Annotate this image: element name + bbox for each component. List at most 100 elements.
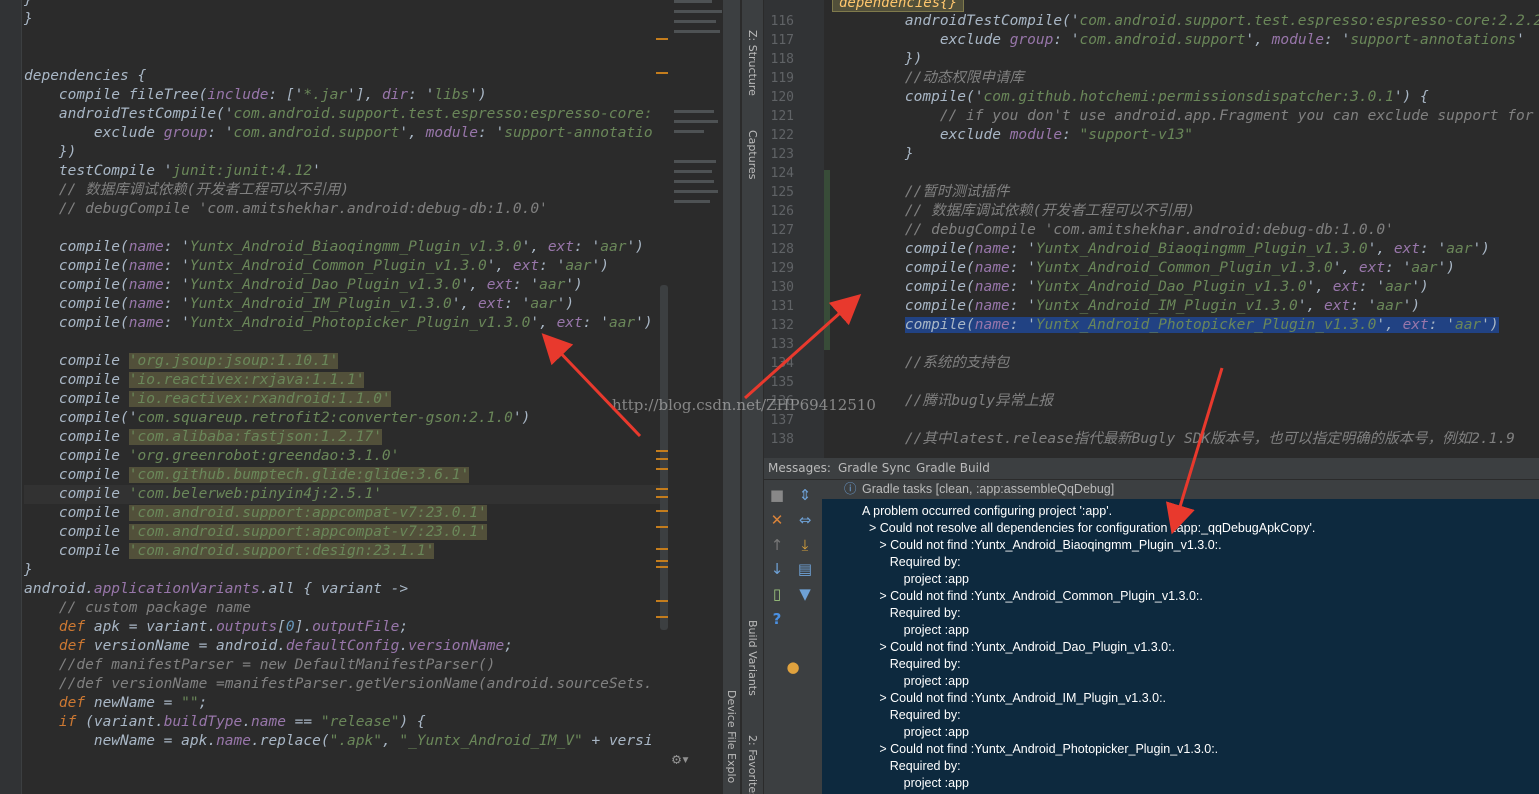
- next-icon[interactable]: ↓: [768, 560, 786, 578]
- warning-stripe-mark[interactable]: [656, 600, 668, 602]
- warning-stripe-mark[interactable]: [656, 566, 668, 568]
- gear-icon[interactable]: ⚙▾: [672, 750, 690, 768]
- left-code-line[interactable]: [24, 29, 669, 48]
- warning-stripe-mark[interactable]: [656, 616, 668, 618]
- left-code-line[interactable]: compile(name: 'Yuntx_Android_Dao_Plugin_…: [24, 276, 669, 295]
- left-code-line[interactable]: compile fileTree(include: ['*.jar'], dir…: [24, 86, 669, 105]
- left-code-line[interactable]: if (variant.buildType.name == "release")…: [24, 713, 669, 732]
- device-file-explorer-tab[interactable]: Device File Explo: [725, 690, 738, 783]
- warning-stripe-mark[interactable]: [656, 458, 668, 460]
- left-code-line[interactable]: // debugCompile 'com.amitshekhar.android…: [24, 200, 669, 219]
- message-line[interactable]: project :app: [862, 673, 969, 690]
- message-line[interactable]: project :app: [862, 775, 969, 792]
- message-line[interactable]: > Could not find :Yuntx_Android_IM_Plugi…: [862, 690, 1166, 707]
- left-code-line[interactable]: compile 'com.android.support:appcompat-v…: [24, 504, 669, 523]
- right-code-line[interactable]: 128 compile(name: 'Yuntx_Android_Biaoqin…: [764, 240, 1539, 259]
- export-icon[interactable]: ⤓: [796, 536, 814, 554]
- left-code-line[interactable]: exclude group: 'com.android.support', mo…: [24, 124, 669, 143]
- structure-tab[interactable]: Z: Structure: [746, 30, 759, 96]
- right-code-line[interactable]: 121 // if you don't use android.app.Frag…: [764, 107, 1539, 126]
- right-code-line[interactable]: 125 //暂时测试插件: [764, 183, 1539, 202]
- message-line[interactable]: > Could not find :Yuntx_Android_Biaoqing…: [862, 537, 1221, 554]
- left-code-line[interactable]: def newName = "";: [24, 694, 669, 713]
- previous-icon[interactable]: ↑: [768, 536, 786, 554]
- warning-stripe-mark[interactable]: [656, 548, 668, 550]
- left-code-line[interactable]: }): [24, 143, 669, 162]
- right-code-line[interactable]: 132 compile(name: 'Yuntx_Android_Photopi…: [764, 316, 1539, 335]
- right-code-line[interactable]: 134 //系统的支持包: [764, 354, 1539, 373]
- left-code-line[interactable]: compile 'io.reactivex:rxandroid:1.1.0': [24, 390, 669, 409]
- right-code-line[interactable]: 123 }: [764, 145, 1539, 164]
- stop-icon[interactable]: ■: [768, 486, 786, 504]
- message-line[interactable]: Required by:: [862, 758, 961, 775]
- right-code-line[interactable]: 137: [764, 411, 1539, 430]
- right-code-line[interactable]: 131 compile(name: 'Yuntx_Android_IM_Plug…: [764, 297, 1539, 316]
- message-line[interactable]: Required by:: [862, 656, 961, 673]
- left-code-line[interactable]: compile 'com.android.support:design:23.1…: [24, 542, 669, 561]
- left-code-line[interactable]: compile 'com.alibaba:fastjson:1.2.17': [24, 428, 669, 447]
- left-code-line[interactable]: def apk = variant.outputs[0].outputFile;: [24, 618, 669, 637]
- left-code-line[interactable]: }: [24, 561, 669, 580]
- rerun-icon[interactable]: ▯: [768, 585, 786, 603]
- left-code-area[interactable]: }} dependencies { compile fileTree(includ…: [24, 0, 669, 751]
- right-code-line[interactable]: 116 androidTestCompile('com.android.supp…: [764, 12, 1539, 31]
- warning-stripe-mark[interactable]: [656, 488, 668, 490]
- left-code-line[interactable]: compile 'com.belerweb:pinyin4j:2.5.1': [24, 485, 669, 504]
- warning-stripe-mark[interactable]: [656, 450, 668, 452]
- favorites-tab[interactable]: 2: Favorites: [746, 735, 759, 794]
- left-code-line[interactable]: dependencies {: [24, 67, 669, 86]
- left-code-line[interactable]: compile 'io.reactivex:rxjava:1.1.1': [24, 371, 669, 390]
- left-code-line[interactable]: //def versionName =manifestParser.getVer…: [24, 675, 669, 694]
- message-line[interactable]: > Could not find :Yuntx_Android_Photopic…: [862, 741, 1218, 758]
- warning-stripe-mark[interactable]: [656, 38, 668, 40]
- left-code-line[interactable]: [24, 48, 669, 67]
- expand-all-icon[interactable]: ⇕: [796, 486, 814, 504]
- right-code-line[interactable]: 138 //其中latest.release指代最新Bugly SDK版本号，也…: [764, 430, 1539, 449]
- right-editor[interactable]: 116 androidTestCompile('com.android.supp…: [764, 0, 1539, 458]
- show-console-icon[interactable]: ▤: [796, 560, 814, 578]
- message-line[interactable]: > Could not find :Yuntx_Android_Common_P…: [862, 588, 1202, 605]
- right-code-area[interactable]: 116 androidTestCompile('com.android.supp…: [764, 12, 1539, 449]
- left-code-line[interactable]: compile(name: 'Yuntx_Android_Common_Plug…: [24, 257, 669, 276]
- gradle-task-node[interactable]: ⓘ Gradle tasks [clean, :app:assembleQqDe…: [822, 480, 1539, 499]
- right-code-line[interactable]: 118 }): [764, 50, 1539, 69]
- left-code-line[interactable]: newName = apk.name.replace(".apk", "_Yun…: [24, 732, 669, 751]
- right-code-line[interactable]: 119 //动态权限申请库: [764, 69, 1539, 88]
- message-line[interactable]: project :app: [862, 571, 969, 588]
- left-code-line[interactable]: // custom package name: [24, 599, 669, 618]
- left-code-line[interactable]: androidTestCompile('com.android.support.…: [24, 105, 669, 124]
- close-icon[interactable]: ✕: [768, 511, 786, 529]
- warning-stripe-mark[interactable]: [656, 560, 668, 562]
- right-code-line[interactable]: 126 // 数据库调试依赖(开发者工程可以不引用): [764, 202, 1539, 221]
- warning-stripe-mark[interactable]: [656, 496, 668, 498]
- left-code-line[interactable]: }: [24, 0, 669, 10]
- left-code-line[interactable]: android.applicationVariants.all { varian…: [24, 580, 669, 599]
- help-icon[interactable]: ?: [768, 610, 786, 628]
- left-code-line[interactable]: [24, 219, 669, 238]
- right-code-line[interactable]: 127 // debugCompile 'com.amitshekhar.and…: [764, 221, 1539, 240]
- filter-icon[interactable]: ▼: [796, 585, 814, 603]
- right-code-line[interactable]: 129 compile(name: 'Yuntx_Android_Common_…: [764, 259, 1539, 278]
- left-code-line[interactable]: compile(name: 'Yuntx_Android_Photopicker…: [24, 314, 669, 333]
- message-line[interactable]: Required by:: [862, 605, 961, 622]
- messages-tree[interactable]: ⓘ Gradle tasks [clean, :app:assembleQqDe…: [822, 480, 1539, 794]
- right-code-line[interactable]: 133: [764, 335, 1539, 354]
- left-code-line[interactable]: }: [24, 10, 669, 29]
- right-code-line[interactable]: 120 compile('com.github.hotchemi:permiss…: [764, 88, 1539, 107]
- message-line[interactable]: Required by:: [862, 707, 961, 724]
- right-code-line[interactable]: 136 //腾讯bugly异常上报: [764, 392, 1539, 411]
- left-code-line[interactable]: compile('com.squareup.retrofit2:converte…: [24, 409, 669, 428]
- left-code-line[interactable]: compile(name: 'Yuntx_Android_Biaoqingmm_…: [24, 238, 669, 257]
- left-code-line[interactable]: testCompile 'junit:junit:4.12': [24, 162, 669, 181]
- message-line[interactable]: Required by:: [862, 554, 961, 571]
- right-code-line[interactable]: 117 exclude group: 'com.android.support'…: [764, 31, 1539, 50]
- breadcrumb-dependencies[interactable]: dependencies{}: [832, 0, 965, 12]
- tab-gradle-build[interactable]: Gradle Build: [916, 461, 990, 475]
- warning-stripe-mark[interactable]: [656, 510, 668, 512]
- message-line[interactable]: > Could not find :Yuntx_Android_Dao_Plug…: [862, 639, 1175, 656]
- message-line[interactable]: project :app: [862, 622, 969, 639]
- warning-stripe-mark[interactable]: [656, 72, 668, 74]
- left-code-line[interactable]: // 数据库调试依赖(开发者工程可以不引用): [24, 181, 669, 200]
- left-code-line[interactable]: compile 'com.github.bumptech.glide:glide…: [24, 466, 669, 485]
- left-code-line[interactable]: compile 'com.android.support:appcompat-v…: [24, 523, 669, 542]
